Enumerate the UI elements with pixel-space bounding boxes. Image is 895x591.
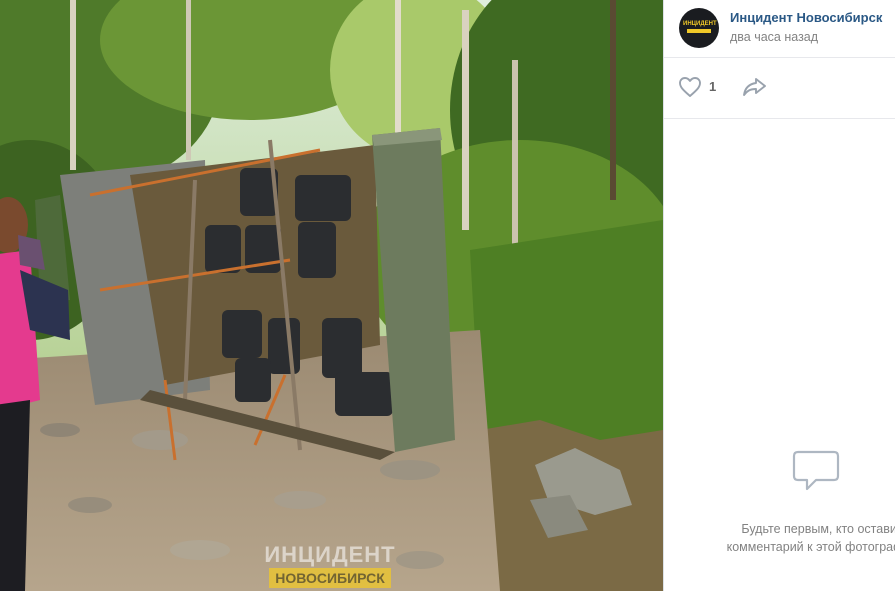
photo-viewer[interactable]: ИНЦИДЕНТ НОВОСИБИРСК [0,0,663,591]
post-actions: 1 [664,58,895,118]
no-comments-line-1: Будьте первым, кто оставит [741,522,895,536]
no-comments-line-2: комментарий к этой фотографии [726,540,895,554]
avatar-label: ИНЦИДЕНТ [683,21,717,27]
divider-line [664,118,895,119]
author-block: ИНЦИДЕНТ Инцидент Новосибирск два часа н… [664,0,895,57]
photo-watermark: ИНЦИДЕНТ НОВОСИБИРСК [255,542,405,591]
watermark-city: НОВОСИБИРСК [269,568,391,588]
heart-icon [679,77,701,97]
share-arrow-icon [743,78,766,96]
no-comments-message: Будьте первым, кто оставит комментарий к… [702,520,895,556]
avatar[interactable]: ИНЦИДЕНТ [679,8,719,48]
post-timestamp[interactable]: два часа назад [730,30,818,44]
post-sidebar: ИНЦИДЕНТ Инцидент Новосибирск два часа н… [664,0,895,591]
accident-photo [0,0,663,591]
author-name-link[interactable]: Инцидент Новосибирск [730,10,882,25]
watermark-logo: ИНЦИДЕНТ [264,542,396,567]
comment-bubble-icon [792,450,840,491]
like-count: 1 [709,79,717,94]
avatar-stripe [687,29,711,33]
share-button[interactable] [742,76,768,100]
